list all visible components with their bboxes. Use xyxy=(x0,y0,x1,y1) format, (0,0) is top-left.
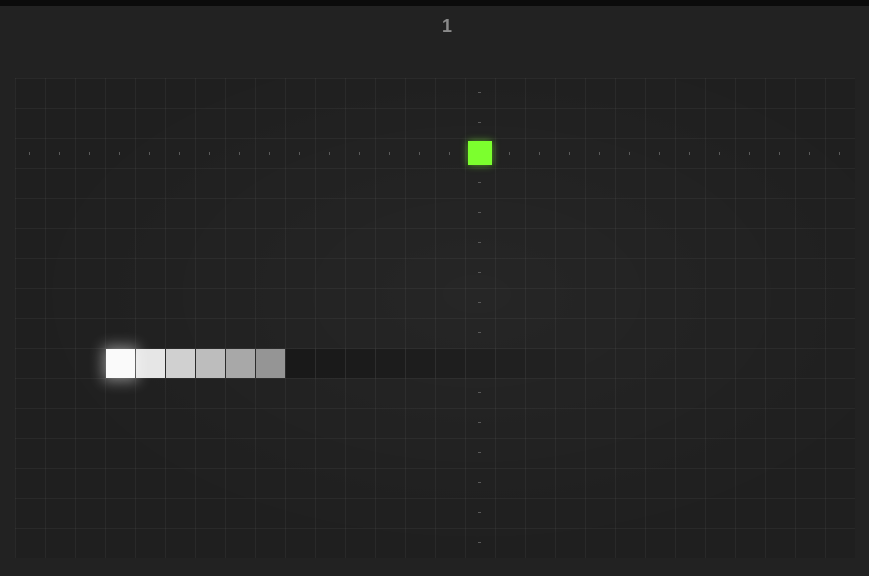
guide-marker xyxy=(478,92,481,93)
guide-marker xyxy=(478,272,481,273)
guide-marker xyxy=(478,392,481,393)
snake-segment xyxy=(556,349,585,378)
guide-marker xyxy=(329,152,330,155)
snake-segment xyxy=(526,349,555,378)
guide-marker xyxy=(299,152,300,155)
snake-segment xyxy=(436,349,465,378)
guide-marker xyxy=(478,122,481,123)
guide-marker xyxy=(209,152,210,155)
snake-segment xyxy=(166,349,195,378)
food-item xyxy=(468,141,492,165)
guide-marker xyxy=(478,302,481,303)
guide-marker xyxy=(478,182,481,183)
guide-marker xyxy=(599,152,600,155)
guide-marker xyxy=(239,152,240,155)
guide-marker xyxy=(389,152,390,155)
guide-marker xyxy=(269,152,270,155)
guide-marker xyxy=(478,512,481,513)
snake-segment xyxy=(346,349,375,378)
snake-head xyxy=(106,349,135,378)
guide-marker xyxy=(478,212,481,213)
guide-marker xyxy=(719,152,720,155)
guide-marker xyxy=(779,152,780,155)
guide-marker xyxy=(89,152,90,155)
snake-segment xyxy=(196,349,225,378)
snake-segment xyxy=(256,349,285,378)
guide-marker xyxy=(29,152,30,155)
guide-marker xyxy=(539,152,540,155)
guide-marker xyxy=(689,152,690,155)
snake-segment xyxy=(496,349,525,378)
snake-segment xyxy=(286,349,315,378)
guide-marker xyxy=(509,152,510,155)
guide-marker xyxy=(659,152,660,155)
guide-marker xyxy=(478,482,481,483)
guide-marker xyxy=(478,242,481,243)
snake-segment xyxy=(376,349,405,378)
guide-marker xyxy=(359,152,360,155)
guide-marker xyxy=(149,152,150,155)
top-bar xyxy=(0,0,869,6)
guide-marker xyxy=(449,152,450,155)
guide-marker xyxy=(478,452,481,453)
snake-segment xyxy=(466,349,495,378)
guide-marker xyxy=(478,542,481,543)
guide-marker xyxy=(839,152,840,155)
guide-marker xyxy=(478,422,481,423)
guide-marker xyxy=(59,152,60,155)
guide-marker xyxy=(478,332,481,333)
snake-segment xyxy=(226,349,255,378)
snake-segment xyxy=(316,349,345,378)
guide-marker xyxy=(569,152,570,155)
guide-marker xyxy=(629,152,630,155)
guide-marker xyxy=(809,152,810,155)
guide-marker xyxy=(419,152,420,155)
guide-marker xyxy=(749,152,750,155)
score-display: 1 xyxy=(441,16,452,36)
game-board[interactable] xyxy=(15,78,855,558)
guide-marker xyxy=(119,152,120,155)
snake-segment xyxy=(136,349,165,378)
guide-marker xyxy=(179,152,180,155)
snake-segment xyxy=(406,349,435,378)
